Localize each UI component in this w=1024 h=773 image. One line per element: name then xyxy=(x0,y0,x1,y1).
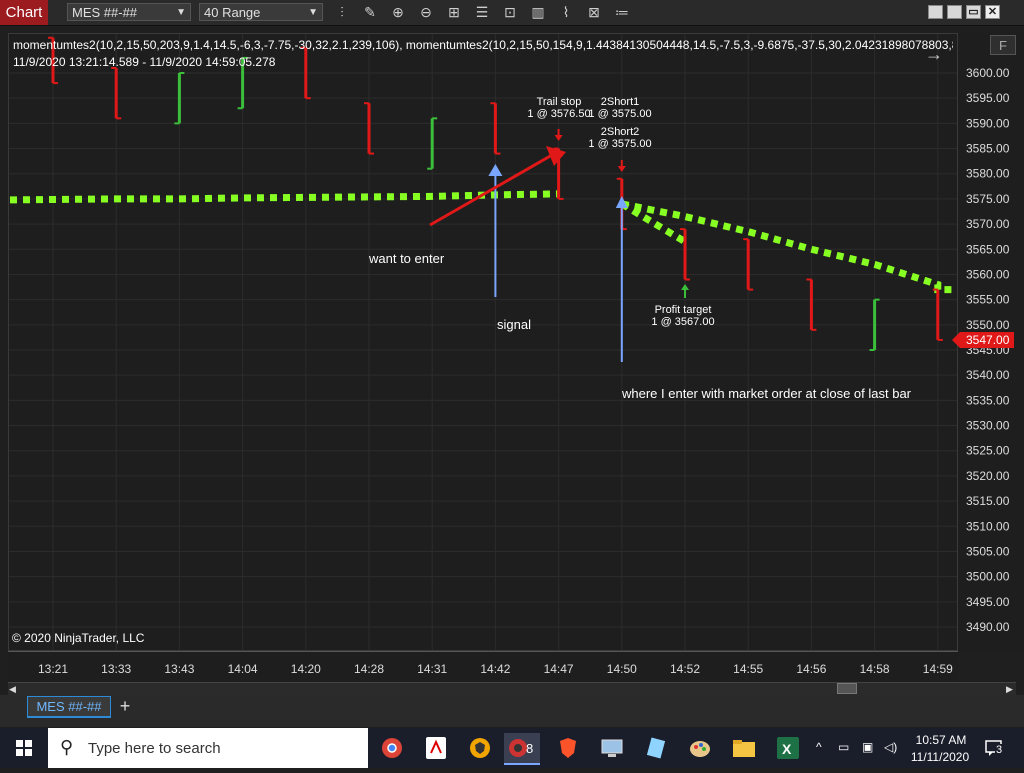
signal-arrow-head xyxy=(488,164,503,176)
tab-mes[interactable]: MES ##-## xyxy=(27,696,111,718)
chart-canvas: 3600.00 3595.00 3590.00 3585.00 3580.00 3575.… xyxy=(9,34,1010,676)
time-tick-label: 14:47 xyxy=(544,662,574,676)
time-tick-label: 13:21 xyxy=(38,662,68,676)
svg-text:X: X xyxy=(782,741,792,757)
price-tick-label: 3595.00 xyxy=(966,91,1010,105)
vpn-shield-icon[interactable] xyxy=(462,733,498,763)
indicator-header: momentumtes2(10,2,15,50,203,9,1.4,14.5,-… xyxy=(13,38,953,52)
scroll-right-icon[interactable]: ▶ xyxy=(1006,684,1013,695)
price-tick-label: 3575.00 xyxy=(966,192,1010,206)
scroll-left-icon[interactable]: ◀ xyxy=(9,684,16,695)
price-tick-label: 3600.00 xyxy=(966,66,1010,80)
price-tick-label: 3565.00 xyxy=(966,242,1010,256)
time-tick-label: 14:20 xyxy=(291,662,321,676)
add-tab-button[interactable]: + xyxy=(114,696,136,718)
scrollbar-thumb[interactable] xyxy=(837,683,857,694)
price-tick-label: 3510.00 xyxy=(966,519,1010,533)
price-tick-label: 3515.00 xyxy=(966,494,1010,508)
scroll-right-arrow-icon[interactable]: → xyxy=(925,44,943,65)
time-tick-label: 14:52 xyxy=(670,662,700,676)
price-tick-label: 3520.00 xyxy=(966,469,1010,483)
app-badge: 8 xyxy=(526,741,534,756)
excel-icon[interactable]: X xyxy=(770,733,806,763)
execution-detail: 1 @ 3575.00 xyxy=(588,108,652,120)
notes-icon[interactable] xyxy=(638,733,674,763)
ninjatrader-icon[interactable]: 8 xyxy=(504,733,540,765)
copyright: © 2020 NinjaTrader, LLC xyxy=(12,631,145,645)
price-tick-label: 3495.00 xyxy=(966,595,1010,609)
price-tick-label: 3530.00 xyxy=(966,419,1010,433)
price-tick-label: 3500.00 xyxy=(966,570,1010,584)
execution-label-2short1: 2Short1 1 @ 3575.00 xyxy=(585,96,655,120)
show-hidden-icons-icon[interactable]: ^ xyxy=(816,740,822,754)
annotation-where-enter: where I enter with market order at close… xyxy=(622,386,912,401)
chrome-icon[interactable] xyxy=(374,733,410,763)
price-tick-label: 3580.00 xyxy=(966,167,1010,181)
battery-icon[interactable]: ▣ xyxy=(862,740,873,754)
network-icon[interactable] xyxy=(594,733,630,763)
short-entry-marker-head xyxy=(617,166,626,172)
annotation-signal: signal xyxy=(497,317,531,332)
execution-name: Profit target xyxy=(654,304,712,316)
execution-detail: 1 @ 3567.00 xyxy=(651,316,715,328)
trail-stop-marker-head xyxy=(554,135,563,141)
current-price-marker: 3547.00 xyxy=(952,332,1014,348)
want-to-enter-arrow-line xyxy=(429,153,553,227)
time-tick-label: 14:28 xyxy=(354,662,384,676)
price-tick-label: 3570.00 xyxy=(966,217,1010,231)
paint-icon[interactable] xyxy=(682,733,718,763)
notification-button[interactable]: 3 xyxy=(984,738,1004,758)
folder-icon[interactable] xyxy=(726,733,762,763)
acrobat-icon[interactable] xyxy=(418,733,454,763)
price-tick-label: 3525.00 xyxy=(966,444,1010,458)
brave-icon[interactable] xyxy=(550,733,586,763)
profit-target-marker-head xyxy=(681,284,689,290)
time-tick-label: 14:56 xyxy=(796,662,826,676)
annotation-want-to-enter: want to enter xyxy=(369,251,445,266)
windows-logo-icon xyxy=(16,740,32,756)
tab-bar xyxy=(0,695,1024,727)
time-tick-label: 14:55 xyxy=(733,662,763,676)
network-tray-icon[interactable]: ▭ xyxy=(838,740,849,754)
execution-detail: 1 @ 3576.50 xyxy=(527,108,591,120)
price-tick-label: 3540.00 xyxy=(966,368,1010,382)
time-tick-label: 14:42 xyxy=(480,662,510,676)
execution-label-trail-stop: Trail stop 1 @ 3576.50 xyxy=(524,96,594,120)
price-tick-label: 3505.00 xyxy=(966,544,1010,558)
chart-scrollbar[interactable] xyxy=(8,682,1016,696)
clock-date[interactable]: 11/11/2020 xyxy=(905,750,975,764)
execution-name: Trail stop xyxy=(536,96,582,108)
signal-line-series-after xyxy=(621,200,952,294)
price-tick-label: 3535.00 xyxy=(966,393,1010,407)
price-tick-label: 3550.00 xyxy=(966,318,1010,332)
search-placeholder: Type here to search xyxy=(88,740,221,757)
time-tick-label: 14:58 xyxy=(860,662,890,676)
current-price-value: 3547.00 xyxy=(966,333,1010,347)
price-tick-label: 3555.00 xyxy=(966,293,1010,307)
date-range: 11/9/2020 13:21:14.589 - 11/9/2020 14:59… xyxy=(13,55,276,69)
execution-name: 2Short2 xyxy=(600,126,640,138)
execution-detail: 1 @ 3575.00 xyxy=(588,138,652,150)
price-tick-label: 3560.00 xyxy=(966,267,1010,281)
taskbar-search[interactable]: ⚲ Type here to search xyxy=(48,728,368,768)
time-tick-label: 14:04 xyxy=(228,662,258,676)
price-tick-label: 3590.00 xyxy=(966,116,1010,130)
notification-count: 3 xyxy=(995,744,1004,756)
search-icon: ⚲ xyxy=(60,737,74,757)
price-tick-label: 3490.00 xyxy=(966,620,1010,634)
time-tick-label: 13:43 xyxy=(164,662,194,676)
execution-label-2short2: 2Short2 1 @ 3575.00 xyxy=(585,126,655,150)
time-tick-label: 13:33 xyxy=(101,662,131,676)
clock-time[interactable]: 10:57 AM xyxy=(912,733,970,747)
execution-name: 2Short1 xyxy=(600,96,640,108)
time-tick-label: 14:50 xyxy=(607,662,637,676)
f-button[interactable]: F xyxy=(990,35,1016,55)
time-tick-label: 14:59 xyxy=(923,662,953,676)
ninja-logo-icon xyxy=(509,739,527,757)
execution-label-profit-target: Profit target 1 @ 3567.00 xyxy=(645,304,721,328)
start-button[interactable] xyxy=(0,728,48,768)
volume-icon[interactable]: ◁) xyxy=(884,740,897,754)
time-tick-label: 14:31 xyxy=(417,662,447,676)
price-tick-label: 3585.00 xyxy=(966,142,1010,156)
